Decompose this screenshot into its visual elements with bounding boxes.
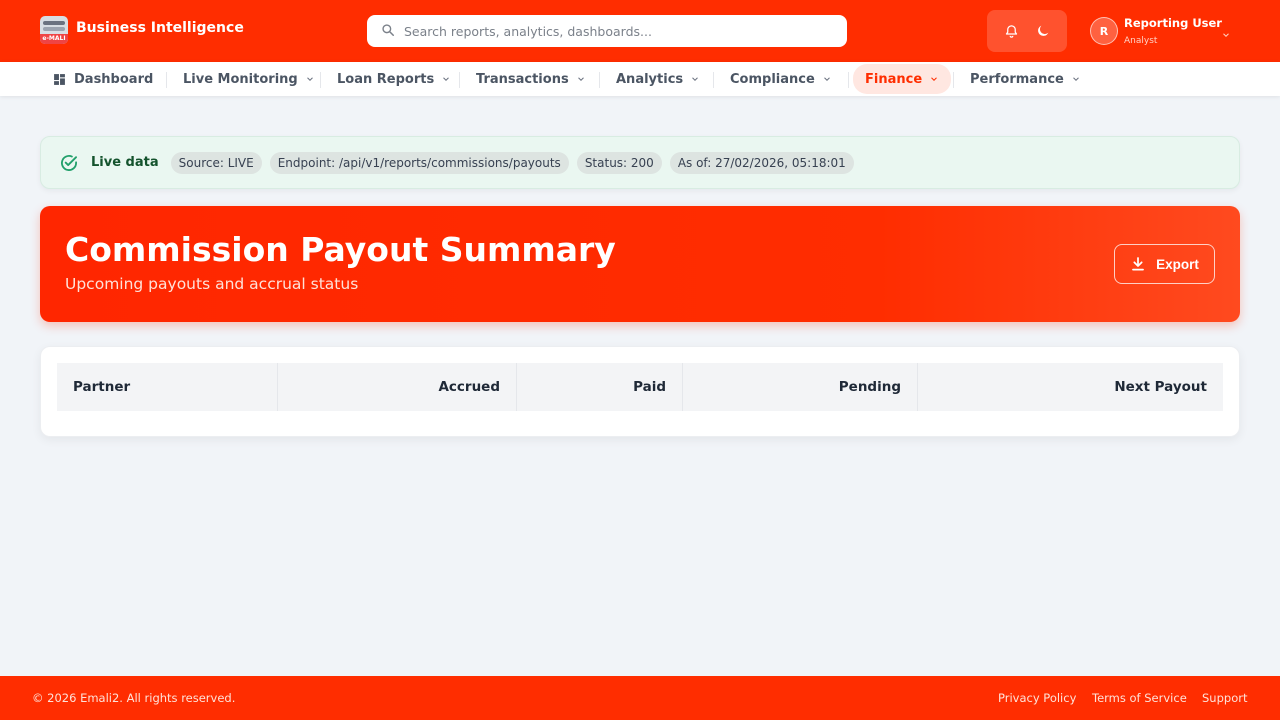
chevron-down-icon bbox=[1221, 25, 1231, 44]
header-actions bbox=[987, 10, 1067, 52]
nav-item-loan-reports[interactable]: Loan Reports bbox=[325, 64, 463, 94]
chevron-down-icon bbox=[441, 74, 451, 84]
privacy-policy-link[interactable]: Privacy Policy bbox=[998, 691, 1076, 705]
nav-label: Finance bbox=[865, 71, 923, 87]
column-header-accrued[interactable]: Accrued bbox=[278, 363, 517, 411]
grid-icon bbox=[53, 73, 66, 86]
page-footer: © 2026 Emali2. All rights reserved. Priv… bbox=[0, 676, 1280, 720]
top-header: e-MALI Business Intelligence R Reporting… bbox=[0, 0, 1280, 62]
user-name: Reporting User bbox=[1124, 16, 1222, 30]
nav-item-live-monitoring[interactable]: Live Monitoring bbox=[171, 64, 327, 94]
check-circle-icon bbox=[59, 153, 79, 173]
export-label: Export bbox=[1156, 256, 1199, 272]
export-button[interactable]: Export bbox=[1114, 244, 1215, 284]
user-role: Analyst bbox=[1124, 36, 1158, 46]
table-header: Partner Accrued Paid Pending Next Payout bbox=[57, 363, 1223, 411]
column-header-paid[interactable]: Paid bbox=[517, 363, 683, 411]
nav-item-finance[interactable]: Finance bbox=[853, 64, 952, 94]
column-header-next-payout[interactable]: Next Payout bbox=[918, 363, 1223, 411]
column-header-pending[interactable]: Pending bbox=[683, 363, 918, 411]
avatar: R bbox=[1090, 17, 1118, 45]
app-logo[interactable]: e-MALI bbox=[40, 16, 68, 44]
page-subtitle: Upcoming payouts and accrual status bbox=[65, 275, 359, 293]
nav-label: Performance bbox=[970, 71, 1064, 87]
nav-item-analytics[interactable]: Analytics bbox=[604, 64, 712, 94]
chevron-down-icon bbox=[690, 74, 700, 84]
logo-text: e-MALI bbox=[42, 35, 66, 42]
nav-label: Compliance bbox=[730, 71, 815, 87]
live-status-bar: Live data Source: LIVE Endpoint: /api/v1… bbox=[40, 136, 1240, 189]
copyright-text: © 2026 Emali2. All rights reserved. bbox=[32, 691, 236, 705]
support-link[interactable]: Support bbox=[1202, 691, 1247, 705]
nav-item-dashboard[interactable]: Dashboard bbox=[41, 64, 165, 94]
nav-label: Loan Reports bbox=[337, 71, 435, 87]
terms-of-service-link[interactable]: Terms of Service bbox=[1092, 691, 1187, 705]
nav-label: Live Monitoring bbox=[183, 71, 298, 87]
user-menu[interactable]: R Reporting User Analyst bbox=[1090, 10, 1229, 52]
chevron-down-icon bbox=[305, 74, 315, 84]
chevron-down-icon bbox=[576, 74, 586, 84]
live-data-label: Live data bbox=[91, 155, 159, 170]
search-bar[interactable] bbox=[367, 15, 847, 47]
moon-icon[interactable] bbox=[1030, 18, 1056, 44]
search-icon bbox=[381, 22, 395, 41]
timestamp-chip: As of: 27/02/2026, 05:18:01 bbox=[669, 151, 854, 174]
brand-title: Business Intelligence bbox=[76, 20, 244, 36]
download-icon bbox=[1130, 256, 1156, 272]
source-chip: Source: LIVE bbox=[170, 151, 262, 174]
column-header-partner[interactable]: Partner bbox=[57, 363, 278, 411]
bell-icon[interactable] bbox=[998, 18, 1024, 44]
page-title: Commission Payout Summary bbox=[65, 230, 616, 269]
status-chip: Status: 200 bbox=[576, 151, 662, 174]
nav-label: Transactions bbox=[476, 71, 569, 87]
page-banner: Commission Payout Summary Upcoming payou… bbox=[40, 206, 1240, 322]
nav-label: Dashboard bbox=[74, 71, 154, 87]
nav-item-transactions[interactable]: Transactions bbox=[464, 64, 598, 94]
nav-label: Analytics bbox=[616, 71, 684, 87]
chevron-down-icon bbox=[822, 74, 832, 84]
endpoint-chip: Endpoint: /api/v1/reports/commissions/pa… bbox=[269, 151, 569, 174]
chevron-down-icon bbox=[929, 74, 939, 84]
nav-item-compliance[interactable]: Compliance bbox=[718, 64, 844, 94]
main-nav: Dashboard Live Monitoring Loan Reports T… bbox=[0, 62, 1280, 96]
payout-table-card: Partner Accrued Paid Pending Next Payout bbox=[40, 346, 1240, 437]
search-input[interactable] bbox=[404, 23, 824, 39]
chevron-down-icon bbox=[1071, 74, 1081, 84]
nav-item-performance[interactable]: Performance bbox=[958, 64, 1093, 94]
